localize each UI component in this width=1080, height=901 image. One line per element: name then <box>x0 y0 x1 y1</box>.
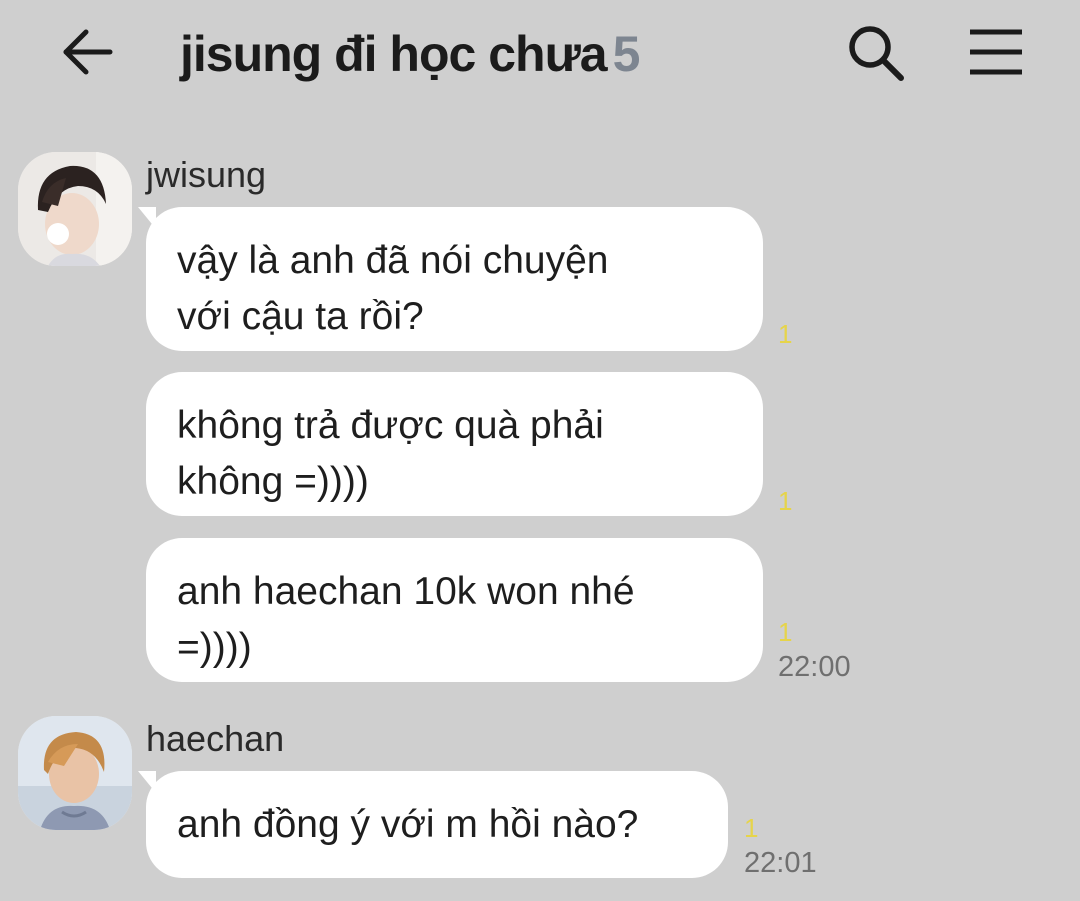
unread-count: 1 <box>778 486 793 516</box>
avatar[interactable] <box>18 716 132 830</box>
member-count: 5 <box>612 26 641 82</box>
unread-count: 1 <box>778 617 793 647</box>
message-text-line: anh đồng ý với m hồi nào? <box>177 803 639 846</box>
chat-header: jisung đi học chưa 5 <box>0 0 1080 110</box>
message-text-line: =)))) <box>177 626 252 669</box>
sender-name: haechan <box>146 718 285 759</box>
message-bubble[interactable]: anh haechan 10k won nhé =)))) <box>146 538 763 682</box>
message-bubble[interactable]: không trả được quà phải không =)))) <box>146 372 763 516</box>
message-time: 22:01 <box>744 847 817 879</box>
search-icon <box>849 26 904 81</box>
message-text-line: anh haechan 10k won nhé <box>177 570 635 613</box>
avatar[interactable] <box>18 152 132 266</box>
chat-screen: jisung đi học chưa 5 jwisung vậy là anh … <box>0 0 1080 901</box>
sender-name: jwisung <box>146 154 267 195</box>
message-bubble[interactable]: anh đồng ý với m hồi nào? <box>138 771 728 878</box>
unread-count: 1 <box>778 319 793 349</box>
search-button[interactable] <box>845 22 907 84</box>
unread-count: 1 <box>744 813 759 843</box>
avatar-photo-icon <box>18 152 132 266</box>
message-time: 22:00 <box>778 651 851 683</box>
message-bubble[interactable]: vậy là anh đã nói chuyện với cậu ta rồi? <box>138 207 763 351</box>
hamburger-menu-icon <box>970 29 1022 75</box>
menu-button[interactable] <box>966 24 1026 80</box>
chat-title-text: jisung đi học chưa <box>180 26 608 82</box>
avatar-photo-icon <box>18 716 132 830</box>
message-text-line: vậy là anh đã nói chuyện <box>177 239 609 282</box>
chat-title: jisung đi học chưa 5 <box>180 24 641 84</box>
message-text-line: không =)))) <box>177 460 369 503</box>
back-button[interactable] <box>58 22 118 82</box>
arrow-left-icon <box>63 29 113 75</box>
message-text-line: với cậu ta rồi? <box>177 295 424 338</box>
message-text-line: không trả được quà phải <box>177 404 604 447</box>
